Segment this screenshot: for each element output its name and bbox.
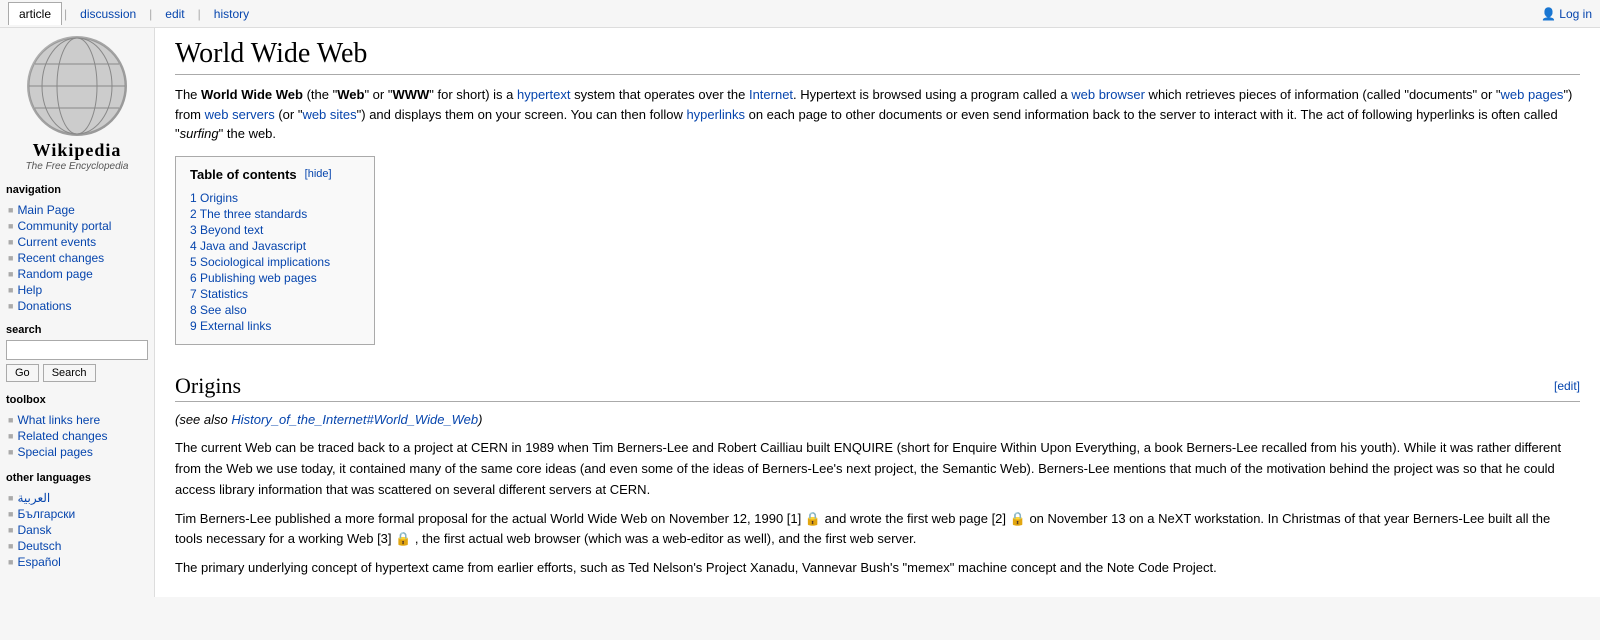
search-section: search Go Search — [6, 324, 148, 382]
origins-see-also: (see also History_of_the_Internet#World_… — [175, 410, 1580, 431]
toc-title: Table of contents — [190, 167, 297, 182]
tab-article[interactable]: article — [8, 2, 62, 25]
origins-edit-link[interactable]: [edit] — [1554, 379, 1580, 393]
link-web-servers[interactable]: web servers — [205, 107, 275, 122]
sidebar-item-special-pages[interactable]: ■ Special pages — [6, 444, 148, 460]
origins-heading: Origins [edit] — [175, 373, 1580, 402]
origins-paragraph-3: The primary underlying concept of hypert… — [175, 558, 1580, 579]
toc-link-5[interactable]: 5 Sociological implications — [190, 255, 330, 269]
sidebar-item-danish[interactable]: ■ Dansk — [6, 522, 148, 538]
sidebar-item-main-page[interactable]: ■ Main Page — [6, 202, 148, 218]
sidebar-link-german[interactable]: Deutsch — [17, 539, 61, 553]
sidebar-link-current-events[interactable]: Current events — [17, 235, 96, 249]
sidebar-item-community[interactable]: ■ Community portal — [6, 218, 148, 234]
toc-link-2[interactable]: 2 The three standards — [190, 207, 307, 221]
sidebar-item-related-changes[interactable]: ■ Related changes — [6, 428, 148, 444]
logo-globe — [27, 36, 127, 136]
toc-link-9[interactable]: 9 External links — [190, 319, 271, 333]
sidebar-link-random-page[interactable]: Random page — [17, 267, 92, 281]
article-intro: The World Wide Web (the "Web" or "WWW" f… — [175, 85, 1580, 144]
sidebar-item-help[interactable]: ■ Help — [6, 282, 148, 298]
toc-item-8: 8 See also — [190, 302, 360, 318]
search-button[interactable]: Search — [43, 364, 96, 382]
table-of-contents: Table of contents [hide] 1 Origins 2 The… — [175, 156, 375, 345]
other-languages-section: other languages ■ العربية ■ Български ■ … — [6, 470, 148, 570]
login-button[interactable]: 👤 Log in — [1541, 7, 1592, 21]
sidebar-item-donations[interactable]: ■ Donations — [6, 298, 148, 314]
toolbox-title: toolbox — [6, 392, 148, 408]
sidebar-item-recent-changes[interactable]: ■ Recent changes — [6, 250, 148, 266]
toc-link-8[interactable]: 8 See also — [190, 303, 247, 317]
sidebar-item-random-page[interactable]: ■ Random page — [6, 266, 148, 282]
search-input[interactable] — [6, 340, 148, 360]
link-web-sites[interactable]: web sites — [302, 107, 356, 122]
navigation-section: navigation ■ Main Page ■ Community porta… — [6, 182, 148, 314]
sidebar-item-german[interactable]: ■ Deutsch — [6, 538, 148, 554]
see-also-link[interactable]: History_of_the_Internet#World_Wide_Web — [231, 412, 478, 427]
sidebar-link-help[interactable]: Help — [17, 283, 42, 297]
toolbox-section: toolbox ■ What links here ■ Related chan… — [6, 392, 148, 460]
wiki-logo-sub: The Free Encyclopedia — [26, 161, 129, 172]
toc-link-6[interactable]: 6 Publishing web pages — [190, 271, 317, 285]
sidebar-link-arabic[interactable]: العربية — [17, 491, 50, 505]
toc-item-2: 2 The three standards — [190, 206, 360, 222]
toc-item-7: 7 Statistics — [190, 286, 360, 302]
link-web-browser[interactable]: web browser — [1071, 87, 1145, 102]
toc-item-9: 9 External links — [190, 318, 360, 334]
sidebar-link-community[interactable]: Community portal — [17, 219, 111, 233]
other-languages-title: other languages — [6, 470, 148, 486]
go-button[interactable]: Go — [6, 364, 39, 382]
toc-item-3: 3 Beyond text — [190, 222, 360, 238]
sidebar-item-what-links[interactable]: ■ What links here — [6, 412, 148, 428]
origins-paragraph-1: The current Web can be traced back to a … — [175, 438, 1580, 500]
sidebar-link-spanish[interactable]: Español — [17, 555, 60, 569]
toc-link-3[interactable]: 3 Beyond text — [190, 223, 263, 237]
tab-discussion[interactable]: discussion — [69, 2, 147, 25]
sidebar-link-donations[interactable]: Donations — [17, 299, 71, 313]
tab-bar: article | discussion | edit | history — [8, 2, 260, 25]
tab-edit[interactable]: edit — [154, 2, 195, 25]
sidebar-link-recent-changes[interactable]: Recent changes — [17, 251, 104, 265]
tab-history[interactable]: history — [203, 2, 260, 25]
toc-item-4: 4 Java and Javascript — [190, 238, 360, 254]
toc-link-7[interactable]: 7 Statistics — [190, 287, 248, 301]
sidebar-link-special-pages[interactable]: Special pages — [17, 445, 92, 459]
link-hyperlinks[interactable]: hyperlinks — [686, 107, 745, 122]
sidebar-link-main-page[interactable]: Main Page — [17, 203, 74, 217]
logo: Wikipedia The Free Encyclopedia — [6, 36, 148, 172]
sidebar-link-what-links[interactable]: What links here — [17, 413, 100, 427]
sidebar-item-current-events[interactable]: ■ Current events — [6, 234, 148, 250]
sidebar-link-bulgarian[interactable]: Български — [17, 507, 75, 521]
link-web-pages[interactable]: web pages — [1501, 87, 1564, 102]
toc-item-6: 6 Publishing web pages — [190, 270, 360, 286]
toc-hide-button[interactable]: [hide] — [305, 168, 332, 180]
toc-item-5: 5 Sociological implications — [190, 254, 360, 270]
toc-item-1: 1 Origins — [190, 190, 360, 206]
sidebar-item-bulgarian[interactable]: ■ Български — [6, 506, 148, 522]
sidebar-link-related-changes[interactable]: Related changes — [17, 429, 107, 443]
toc-link-1[interactable]: 1 Origins — [190, 191, 238, 205]
origins-paragraph-2: Tim Berners-Lee published a more formal … — [175, 509, 1580, 551]
toc-link-4[interactable]: 4 Java and Javascript — [190, 239, 306, 253]
navigation-title: navigation — [6, 182, 148, 198]
wiki-logo-text: Wikipedia — [33, 140, 122, 161]
search-label: search — [6, 324, 148, 336]
link-hypertext[interactable]: hypertext — [517, 87, 570, 102]
sidebar-link-danish[interactable]: Dansk — [17, 523, 51, 537]
page-title: World Wide Web — [175, 38, 1580, 75]
sidebar-item-spanish[interactable]: ■ Español — [6, 554, 148, 570]
link-internet[interactable]: Internet — [749, 87, 793, 102]
sidebar-item-arabic[interactable]: ■ العربية — [6, 490, 148, 506]
toc-list: 1 Origins 2 The three standards 3 Beyond… — [190, 190, 360, 334]
